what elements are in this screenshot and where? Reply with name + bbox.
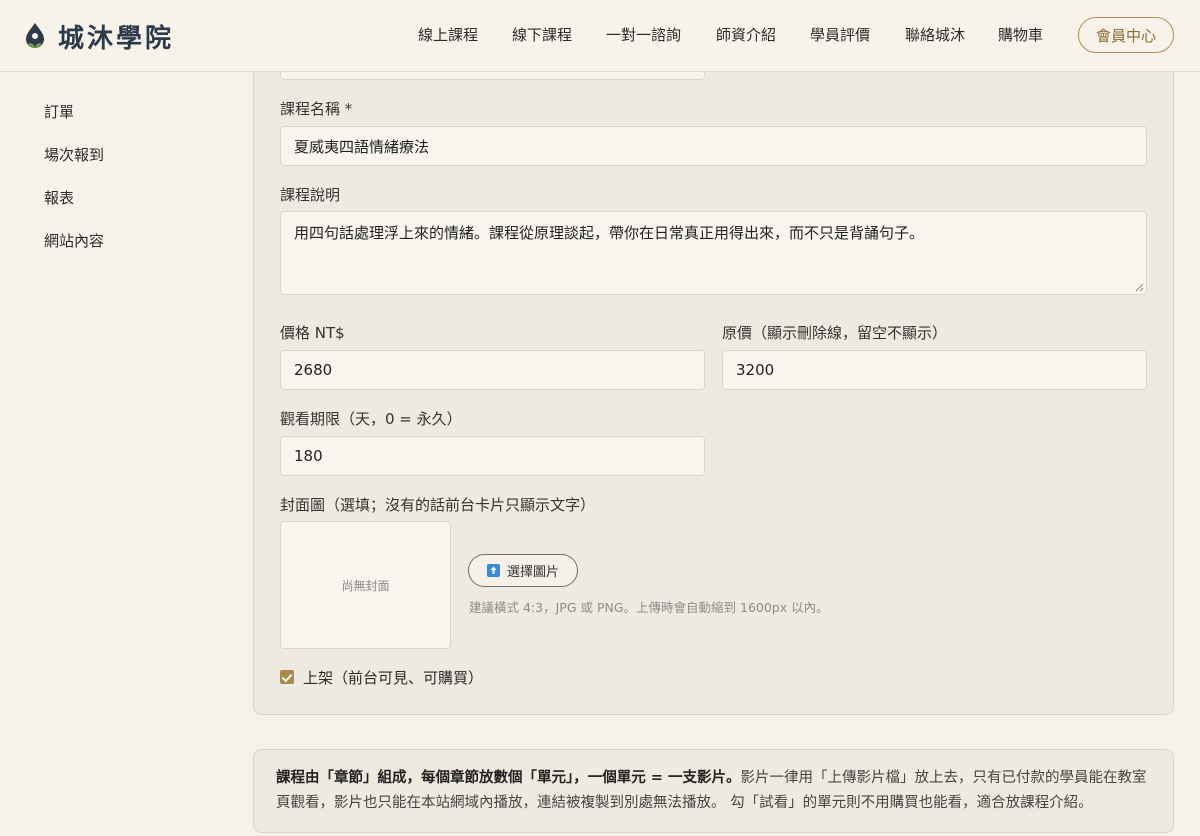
view-period-input[interactable]: 180 <box>280 436 705 476</box>
course-desc-text: 用四句話處理浮上來的情緒。課程從原理談起，帶你在日常真正用得出來，而不只是背誦句… <box>294 224 925 242</box>
course-desc-label: 課程說明 <box>280 186 341 204</box>
nav-consultation[interactable]: 一對一諮詢 <box>606 24 681 45</box>
course-name-label: 課程名稱 * <box>280 100 353 118</box>
nav-reviews[interactable]: 學員評價 <box>810 24 870 45</box>
cover-image-label: 封面圖（選填；沒有的話前台卡片只顯示文字） <box>280 496 596 514</box>
publish-checkbox[interactable] <box>280 670 294 684</box>
chapter-info-box: 課程由「章節」組成，每個章節放數個「單元」，一個單元 = 一支影片。影片一律用「… <box>253 749 1174 833</box>
cover-image-preview: 尚無封面 <box>280 521 451 649</box>
main-nav: 線上課程 線下課程 一對一諮詢 師資介紹 學員評價 聯絡城沐 購物車 <box>0 24 1200 48</box>
upload-hint-text: 建議橫式 4:3，JPG 或 PNG。上傳時會自動縮到 1600px 以內。 <box>469 600 829 615</box>
resize-handle-icon[interactable] <box>1135 283 1144 292</box>
original-price-input[interactable]: 3200 <box>722 350 1147 390</box>
checkmark-icon <box>282 674 292 682</box>
sidebar-item-reports[interactable]: 報表 <box>44 187 74 208</box>
nav-online-courses[interactable]: 線上課程 <box>418 24 478 45</box>
choose-image-label: 選擇圖片 <box>506 564 559 579</box>
nav-teachers[interactable]: 師資介紹 <box>716 24 776 45</box>
nav-offline-courses[interactable]: 線下課程 <box>512 24 572 45</box>
sidebar-item-site-content[interactable]: 網站內容 <box>44 230 104 251</box>
view-period-label: 觀看期限（天，0 = 永久） <box>280 410 462 428</box>
sidebar-item-checkin[interactable]: 場次報到 <box>44 144 104 165</box>
course-name-input[interactable]: 夏威夷四語情緒療法 <box>280 126 1147 166</box>
price-input[interactable]: 2680 <box>280 350 705 390</box>
member-center-button[interactable]: 會員中心 <box>1078 17 1174 53</box>
sidebar-item-orders[interactable]: 訂單 <box>44 101 74 122</box>
choose-image-button[interactable]: 選擇圖片 <box>468 554 578 587</box>
site-header: 城沐學院 線上課程 線下課程 一對一諮詢 師資介紹 學員評價 聯絡城沐 購物車 … <box>0 0 1200 72</box>
nav-contact[interactable]: 聯絡城沐 <box>905 24 965 45</box>
cover-placeholder-text: 尚無封面 <box>341 578 390 593</box>
upload-arrow-icon <box>486 564 500 577</box>
nav-cart[interactable]: 購物車 <box>998 24 1043 45</box>
price-label: 價格 NT$ <box>280 324 345 342</box>
course-desc-textarea[interactable]: 用四句話處理浮上來的情緒。課程從原理談起，帶你在日常真正用得出來，而不只是背誦句… <box>280 211 1147 295</box>
info-bold-text: 課程由「章節」組成，每個章節放數個「單元」，一個單元 = 一支影片。 <box>276 770 741 786</box>
original-price-label: 原價（顯示刪除線，留空不顯示） <box>722 324 948 342</box>
publish-label: 上架（前台可見、可購買） <box>303 669 484 687</box>
